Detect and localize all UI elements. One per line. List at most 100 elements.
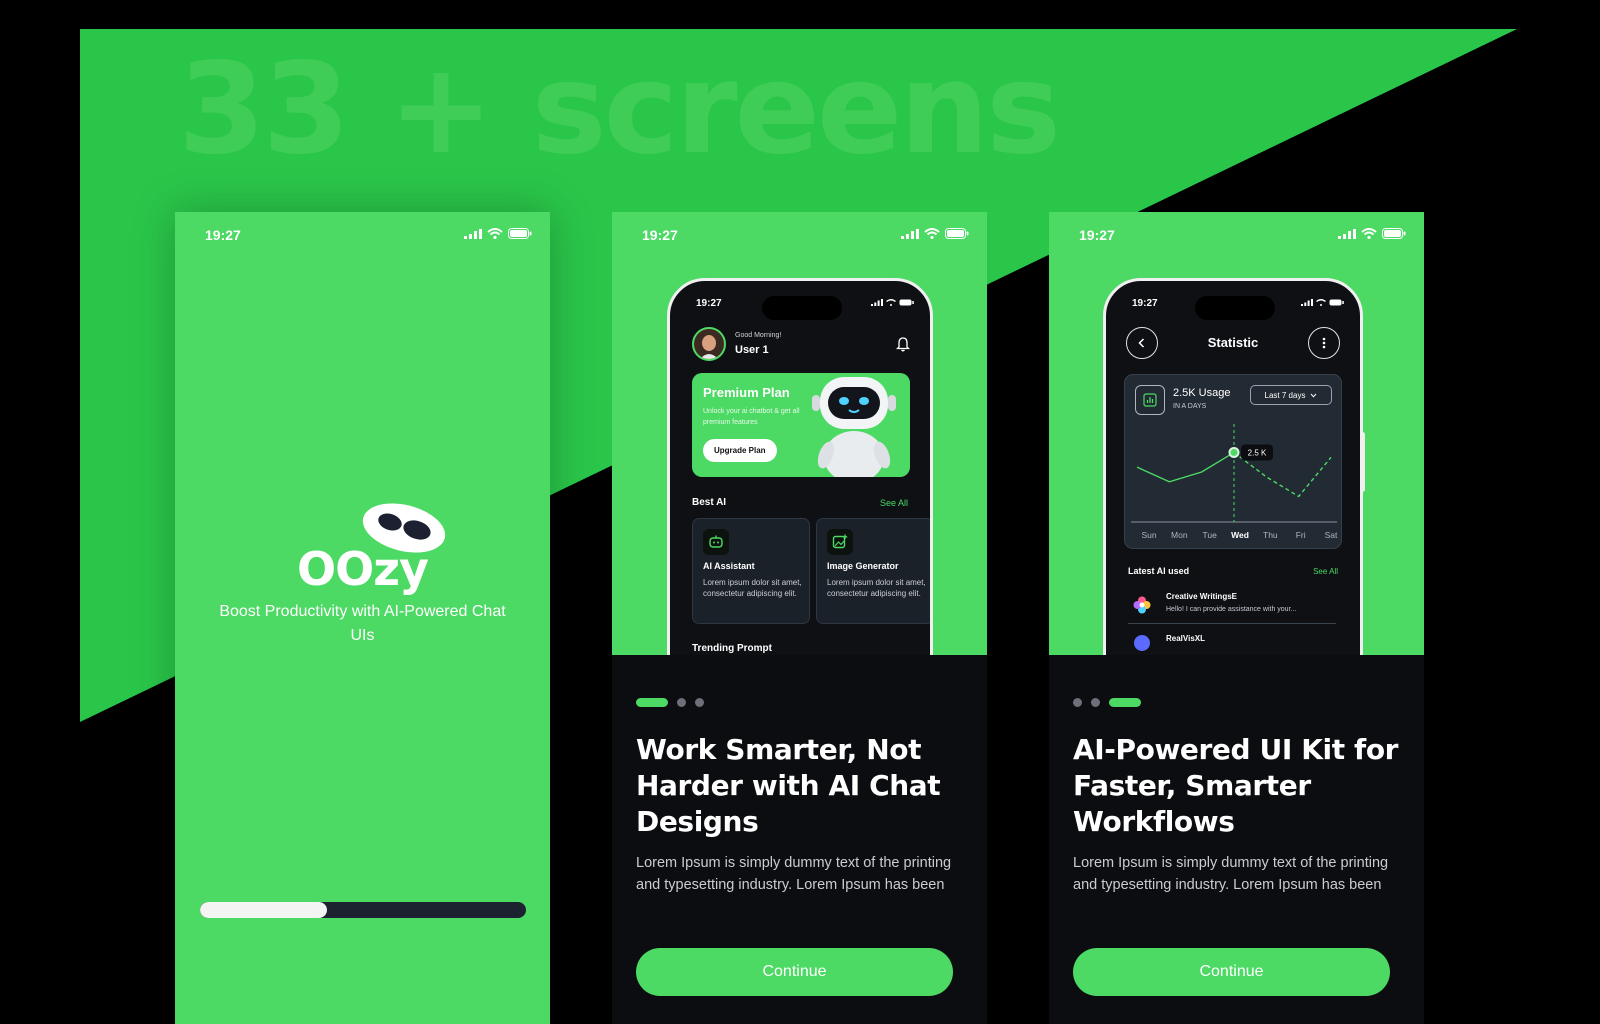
wifi-icon xyxy=(1316,299,1326,306)
highlight-point xyxy=(1228,446,1240,458)
flower-icon xyxy=(1133,596,1151,614)
x-tick-label: Thu xyxy=(1263,530,1278,540)
onboarding-screen-1: 19:27 19:27 Good Morning! User 1 Premium… xyxy=(612,212,987,1024)
sphere-icon xyxy=(1134,635,1150,651)
more-vertical-icon xyxy=(1322,337,1326,349)
user-avatar[interactable] xyxy=(692,327,726,361)
status-icons xyxy=(901,228,969,239)
hero-area: 19:27 19:27 Statistic 2.5K Usage IN A DA… xyxy=(1049,212,1424,655)
greeting: Good Morning! xyxy=(735,332,782,339)
x-tick-label: Fri xyxy=(1296,530,1306,540)
tagline: Boost Productivity with AI-Powered Chat … xyxy=(219,603,506,644)
loading-progress xyxy=(200,902,526,918)
list-item-name: Creative WritingsE xyxy=(1166,592,1237,601)
best-ai-title: Best AI xyxy=(692,497,727,508)
ai-card-desc: Lorem ipsum dolor sit amet, consectetur … xyxy=(703,578,802,598)
latest-ai-title: Latest AI used xyxy=(1128,566,1190,576)
trending-prompt-title: Trending Prompt xyxy=(692,643,772,654)
wifi-icon xyxy=(1361,228,1377,239)
battery-icon xyxy=(945,228,969,239)
splash-screen: 19:27 OOzy Boost Productivity with AI-Po… xyxy=(175,212,550,1024)
x-tick-label: Wed xyxy=(1231,530,1249,540)
premium-plan-card[interactable]: Premium Plan Unlock your ai chatbot & ge… xyxy=(692,373,910,477)
status-bar: 19:27 xyxy=(175,212,550,256)
battery-icon xyxy=(508,228,532,239)
best-ai-see-all[interactable]: See All xyxy=(880,498,908,508)
continue-button[interactable]: Continue xyxy=(1073,948,1390,996)
series-line-solid xyxy=(1136,451,1235,483)
device-mockup: 19:27 Good Morning! User 1 Premium Plan … xyxy=(667,278,933,655)
device-mockup: 19:27 Statistic 2.5K Usage IN A DAYS Las… xyxy=(1103,278,1363,655)
list-item[interactable]: Creative WritingsE Hello! I can provide … xyxy=(1128,587,1336,625)
hero-area: 19:27 19:27 Good Morning! User 1 Premium… xyxy=(612,212,987,655)
dynamic-island xyxy=(762,296,842,320)
pagination-dot[interactable] xyxy=(1091,698,1100,707)
x-tick-label: Sat xyxy=(1325,530,1338,540)
promo-canvas: 33 + screens 19:27 OOzy Boost Productivi… xyxy=(0,0,1600,1024)
signal-icon xyxy=(1338,228,1356,239)
more-button[interactable] xyxy=(1308,327,1340,359)
chevron-down-icon xyxy=(1311,393,1317,398)
x-tick-label: Mon xyxy=(1171,530,1188,540)
status-icons xyxy=(464,228,532,239)
pagination-dot[interactable] xyxy=(636,698,668,707)
battery-icon xyxy=(1329,299,1344,306)
list-item[interactable]: RealVisXL xyxy=(1128,631,1336,655)
status-bar: 19:27 xyxy=(612,212,987,256)
headline: 33 + screens xyxy=(178,35,1061,182)
image-plus-icon xyxy=(827,529,853,555)
wifi-icon xyxy=(886,299,896,306)
onboarding-desc: Lorem Ipsum is simply dummy text of the … xyxy=(1073,855,1389,893)
pagination-dot[interactable] xyxy=(695,698,704,707)
latest-ai-see-all[interactable]: See All xyxy=(1313,567,1338,576)
ai-card-desc: Lorem ipsum dolor sit amet, consectetur … xyxy=(827,578,926,598)
device-side-button xyxy=(1360,432,1365,492)
onboarding-title: AI-Powered UI Kit for Faster, Smarter Wo… xyxy=(1073,733,1399,838)
status-bar: 19:27 xyxy=(1049,212,1424,256)
onboarding-desc: Lorem Ipsum is simply dummy text of the … xyxy=(636,855,952,893)
plan-title: Premium Plan xyxy=(703,385,790,400)
range-select[interactable]: Last 7 days xyxy=(1250,385,1332,405)
status-time: 19:27 xyxy=(205,227,241,243)
device-time: 19:27 xyxy=(696,298,722,309)
device-time: 19:27 xyxy=(1132,298,1158,309)
onboarding-title: Work Smarter, Not Harder with AI Chat De… xyxy=(636,733,941,838)
signal-icon xyxy=(871,299,883,306)
status-time: 19:27 xyxy=(642,227,678,243)
pagination-dot[interactable] xyxy=(677,698,686,707)
pagination-dot[interactable] xyxy=(1109,698,1141,707)
upgrade-plan-button[interactable]: Upgrade Plan xyxy=(703,439,777,462)
progress-fill xyxy=(200,902,328,918)
ai-card-assistant[interactable]: AI Assistant Lorem ipsum dolor sit amet,… xyxy=(692,518,810,624)
wifi-icon xyxy=(924,228,940,239)
bell-icon[interactable] xyxy=(896,336,910,352)
robot-icon xyxy=(703,529,729,555)
battery-icon xyxy=(899,299,914,306)
ai-card-name: AI Assistant xyxy=(703,561,755,571)
continue-button[interactable]: Continue xyxy=(636,948,953,996)
pagination-dot[interactable] xyxy=(1073,698,1082,707)
range-value: Last 7 days xyxy=(1264,390,1306,400)
usage-line-chart: 2.5 K Sun Mon Tue Wed Thu Fri Sat xyxy=(1131,424,1338,540)
ai-card-image-generator[interactable]: Image Generator Lorem ipsum dolor sit am… xyxy=(816,518,930,624)
user-name: User 1 xyxy=(735,344,769,356)
dynamic-island xyxy=(1195,296,1275,320)
divider xyxy=(1128,623,1336,624)
usage-chart-card: 2.5K Usage IN A DAYS Last 7 days 2.5 K Su… xyxy=(1124,374,1342,549)
robot-icon xyxy=(812,377,896,477)
logo-text: OOzy xyxy=(297,542,429,596)
plan-desc: Unlock your ai chatbot & get all premium… xyxy=(703,408,800,426)
ai-card-name: Image Generator xyxy=(827,561,899,571)
usage-sub: IN A DAYS xyxy=(1173,403,1207,410)
pagination-dots xyxy=(1073,698,1141,707)
list-item-name: RealVisXL xyxy=(1166,634,1205,643)
signal-icon xyxy=(464,228,482,239)
pagination-dots xyxy=(636,698,704,707)
chart-icon xyxy=(1135,385,1165,415)
device-status-icons xyxy=(871,299,914,306)
battery-icon xyxy=(1382,228,1406,239)
status-time: 19:27 xyxy=(1079,227,1115,243)
status-icons xyxy=(1338,228,1406,239)
list-item-desc: Hello! I can provide assistance with you… xyxy=(1166,606,1297,613)
tooltip-label: 2.5 K xyxy=(1248,448,1267,457)
